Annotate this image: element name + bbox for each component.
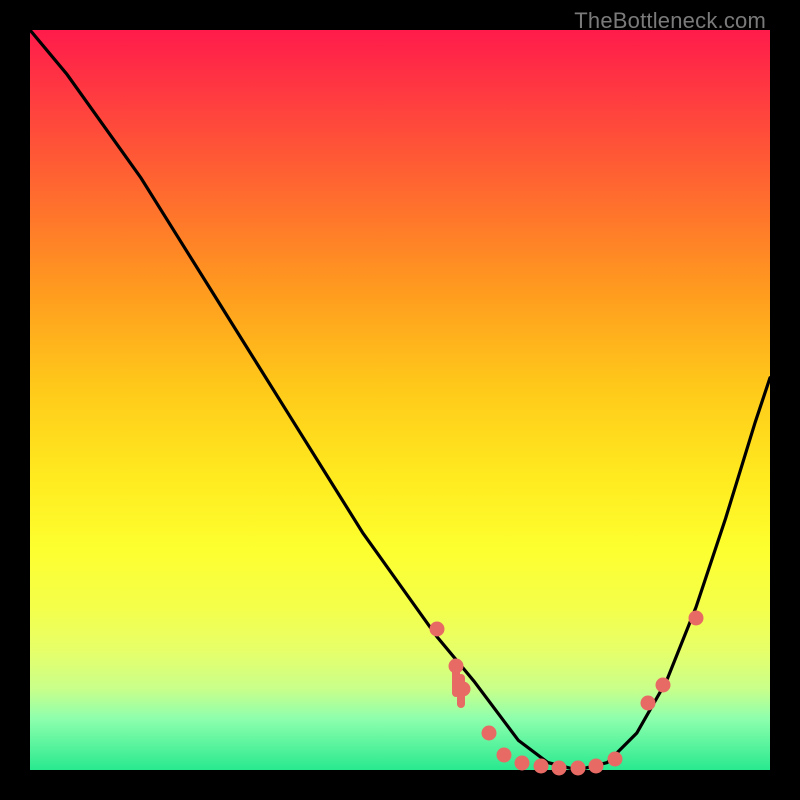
data-marker xyxy=(570,760,585,775)
data-marker xyxy=(655,677,670,692)
data-marker xyxy=(589,759,604,774)
chart-frame: TheBottleneck.com xyxy=(0,0,800,800)
data-marker xyxy=(515,755,530,770)
data-marker xyxy=(640,696,655,711)
data-marker xyxy=(607,751,622,766)
data-marker xyxy=(448,659,463,674)
data-marker xyxy=(552,760,567,775)
data-marker xyxy=(481,726,496,741)
data-marker xyxy=(496,748,511,763)
bottleneck-curve xyxy=(30,30,770,770)
data-marker xyxy=(689,611,704,626)
plot-area xyxy=(30,30,770,770)
data-marker xyxy=(430,622,445,637)
data-marker xyxy=(455,681,470,696)
data-marker xyxy=(533,759,548,774)
